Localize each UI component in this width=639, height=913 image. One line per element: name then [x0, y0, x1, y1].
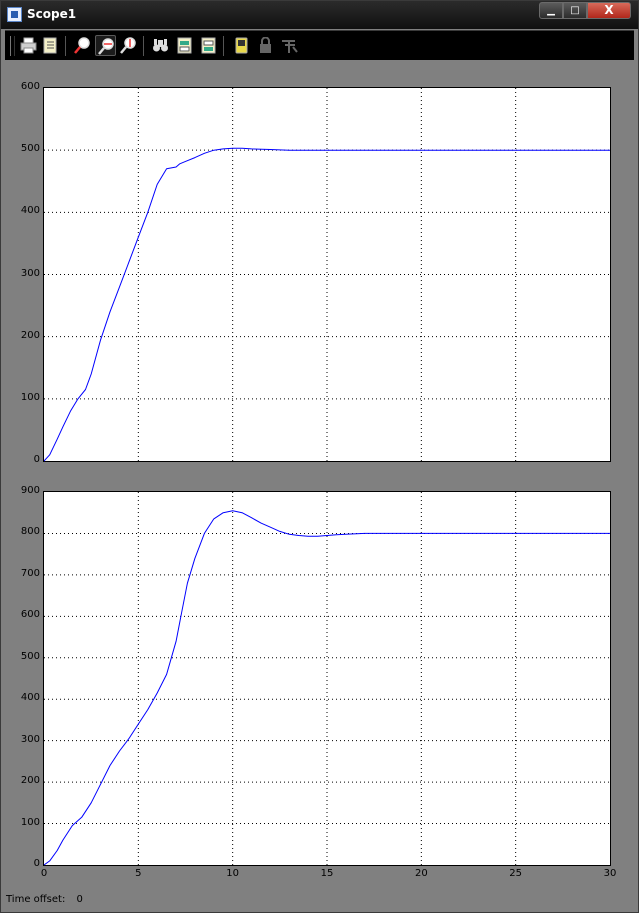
y-tick-label: 600 [20, 609, 40, 621]
y-tick-label: 600 [20, 81, 40, 92]
y-tick-label: 900 [20, 485, 40, 496]
parameters-button[interactable] [40, 35, 61, 56]
x-tick-label: 30 [603, 868, 617, 879]
top-plot-area [44, 88, 610, 462]
zoom-x-icon [98, 38, 114, 55]
title-bar[interactable]: Scope1 ▁ □ X [1, 1, 638, 29]
floating-scope-button[interactable] [231, 35, 252, 56]
scope-window: Scope1 ▁ □ X Time offset: 0 0 100 200 30… [0, 0, 639, 913]
restore-axes-settings-button[interactable] [198, 35, 219, 56]
toolbar-separator [223, 36, 224, 56]
y-tick-label: 500 [20, 650, 40, 662]
y-tick-label: 100 [20, 816, 40, 828]
zoom-y-button[interactable] [118, 35, 139, 56]
lock-axes-button[interactable] [255, 35, 276, 56]
save-axes-settings-button[interactable] [174, 35, 195, 56]
floating-scope-icon [235, 37, 248, 54]
lock-axes-icon [260, 37, 271, 53]
autoscale-button[interactable] [150, 35, 171, 56]
close-button[interactable]: X [587, 2, 631, 19]
print-icon [20, 37, 37, 54]
signal-selection-icon [282, 40, 298, 53]
top-axes[interactable] [43, 87, 611, 462]
y-tick-label: 300 [20, 267, 40, 279]
x-tick-label: 20 [414, 868, 428, 879]
y-tick-label: 700 [20, 567, 40, 579]
x-tick-label: 25 [509, 868, 523, 879]
y-tick-label: 400 [20, 205, 40, 217]
y-tick-label: 300 [20, 733, 40, 745]
y-tick-label: 200 [20, 775, 40, 787]
save-axes-settings-icon [177, 37, 192, 54]
zoom-y-icon [120, 37, 136, 54]
signal-line [44, 510, 610, 866]
y-tick-label: 500 [20, 143, 40, 155]
minimize-button[interactable]: ▁ [539, 2, 563, 19]
x-tick-label: 5 [135, 868, 142, 879]
x-tick-label: 15 [320, 868, 334, 879]
toolbar-separator [65, 36, 66, 56]
zoom-x-button[interactable] [95, 35, 116, 56]
window-title: Scope1 [27, 7, 77, 21]
toolbar-separator [143, 36, 144, 56]
zoom-button[interactable] [72, 35, 93, 56]
maximize-button[interactable]: □ [563, 2, 587, 19]
signal-selection-button[interactable] [279, 35, 300, 56]
y-tick-label: 800 [20, 526, 40, 538]
scope-toolbar [5, 30, 634, 60]
toolbar-grip[interactable] [10, 36, 15, 56]
y-tick-label: 100 [20, 391, 40, 403]
status-bar: Time offset: 0 [6, 894, 83, 905]
bottom-plot-area [44, 492, 610, 866]
autoscale-icon [153, 39, 168, 52]
parameters-icon [43, 37, 57, 54]
y-tick-label: 200 [20, 329, 40, 341]
y-tick-label: 0 [33, 454, 40, 465]
time-offset-label: Time offset: [6, 894, 66, 905]
y-tick-label: 0 [33, 858, 40, 869]
bottom-axes[interactable] [43, 491, 611, 866]
y-tick-label: 400 [20, 692, 40, 704]
print-button[interactable] [18, 35, 39, 56]
x-tick-label: 10 [226, 868, 240, 879]
zoom-icon [74, 37, 90, 54]
scope-app-icon [7, 7, 22, 22]
time-offset-value: 0 [76, 894, 83, 905]
x-tick-label: 0 [40, 868, 48, 879]
restore-axes-settings-icon [201, 37, 216, 54]
